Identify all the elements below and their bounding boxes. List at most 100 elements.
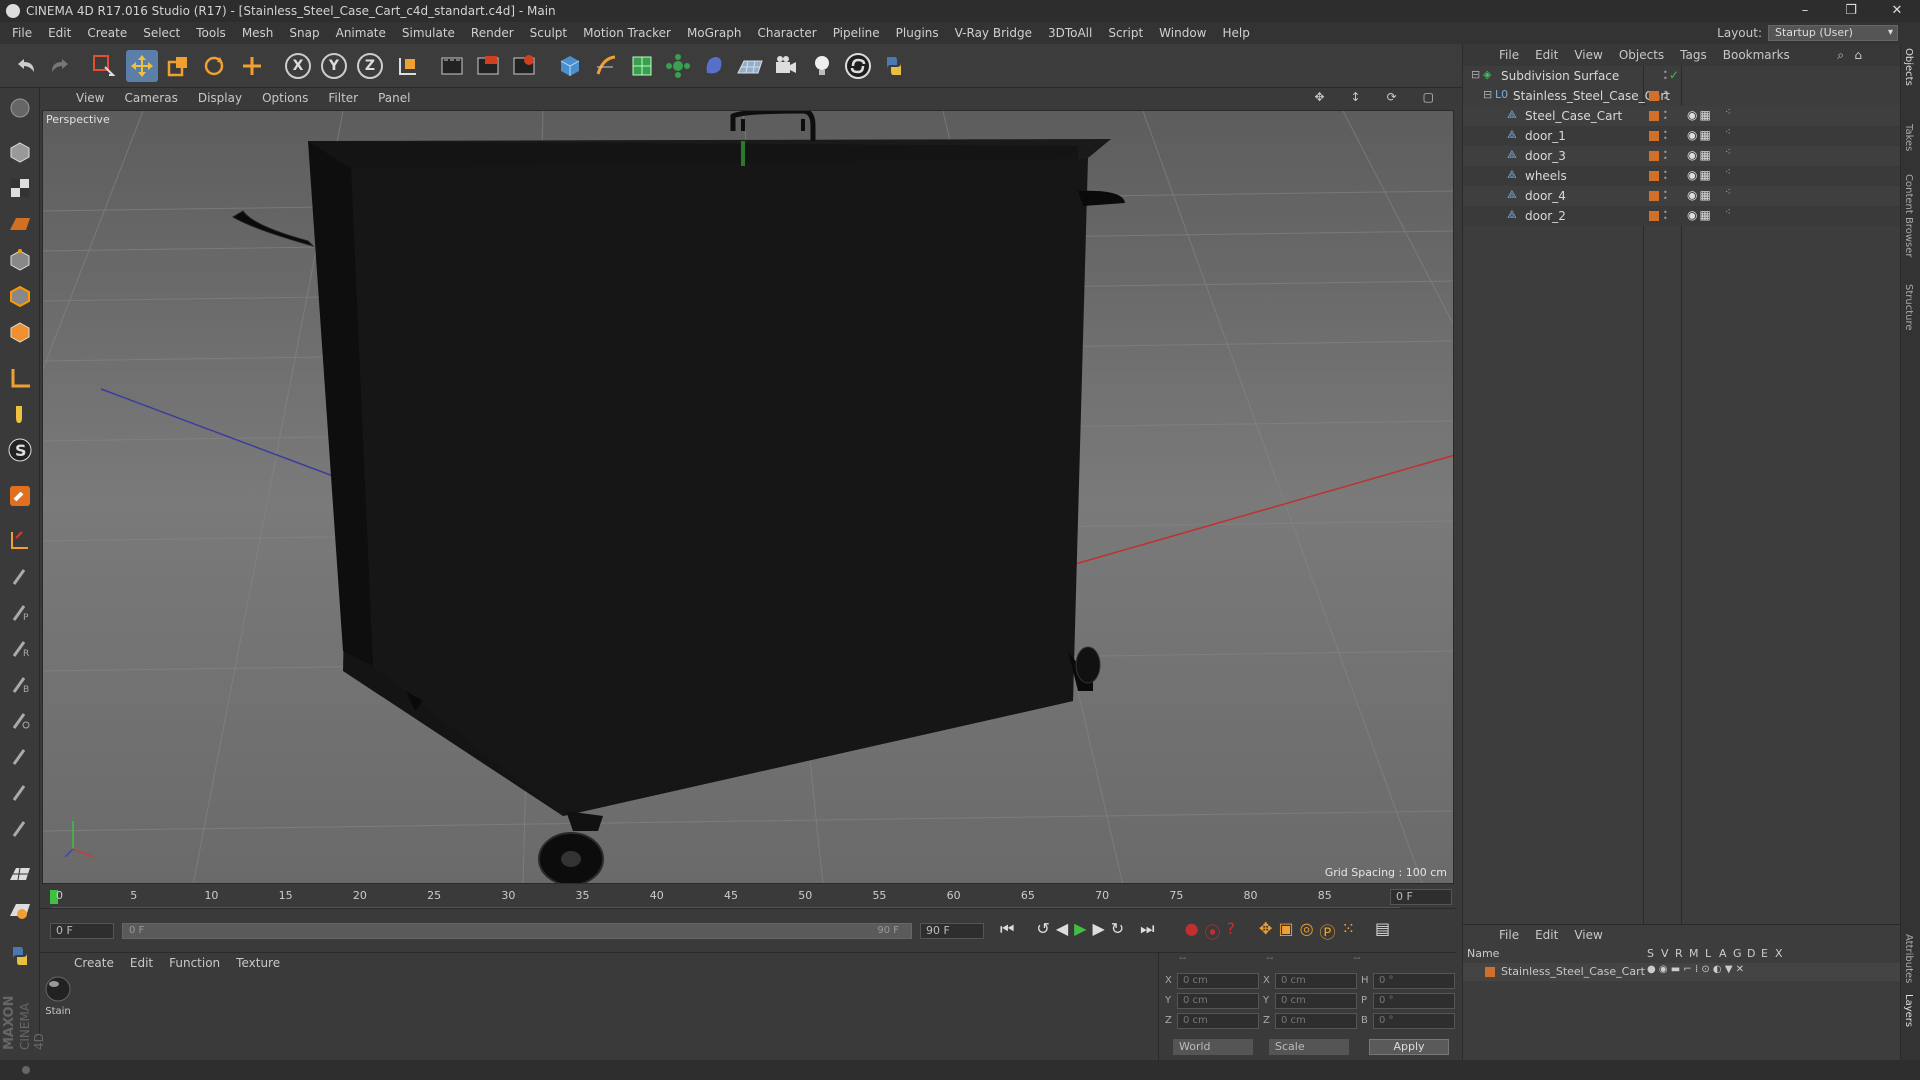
- position-key-icon[interactable]: ✥: [1259, 919, 1272, 943]
- layout-select[interactable]: Startup (User): [1768, 25, 1898, 41]
- perspective-viewport[interactable]: Perspective Grid Spacing : 100 cm: [42, 110, 1454, 884]
- object-menu-file[interactable]: File: [1491, 48, 1527, 62]
- menu-window[interactable]: Window: [1151, 26, 1214, 40]
- visibility-dots-icon[interactable]: • •: [1663, 89, 1668, 103]
- autokey-icon[interactable]: ⦿: [1205, 919, 1221, 943]
- points-mode-icon[interactable]: [4, 244, 36, 276]
- side-tab-layers[interactable]: Layers: [1903, 994, 1914, 1027]
- deformer-icon[interactable]: [698, 50, 730, 82]
- next-key-icon[interactable]: ↻: [1111, 919, 1124, 943]
- enabled-checkmark-icon[interactable]: ✓: [1669, 68, 1679, 82]
- object-row[interactable]: ⟁ wheels • • ◉▦ ⁖: [1463, 166, 1901, 186]
- polygon-pen-icon[interactable]: [4, 812, 36, 844]
- workplane-icon[interactable]: [4, 208, 36, 240]
- object-menu-objects[interactable]: Objects: [1611, 48, 1672, 62]
- coord-size-field[interactable]: 0 cm: [1275, 993, 1357, 1009]
- bevel-icon[interactable]: [4, 740, 36, 772]
- viewport-menu-cameras[interactable]: Cameras: [114, 91, 187, 105]
- previous-key-icon[interactable]: ↺: [1036, 919, 1049, 943]
- menu-3dtoall[interactable]: 3DToAll: [1040, 26, 1100, 40]
- rotate-icon[interactable]: [198, 50, 230, 82]
- menu-animate[interactable]: Animate: [328, 26, 394, 40]
- layer-menu-edit[interactable]: Edit: [1527, 928, 1566, 942]
- viewport-rotate-icon[interactable]: ⟳: [1377, 90, 1407, 104]
- side-tab-attributes[interactable]: Attributes: [1903, 934, 1914, 983]
- subdivision-icon[interactable]: [626, 50, 658, 82]
- make-editable-icon[interactable]: [4, 92, 36, 124]
- locked-workplane-icon[interactable]: [4, 524, 36, 556]
- axis-y-icon[interactable]: Y: [318, 50, 350, 82]
- knife-icon[interactable]: P: [4, 596, 36, 628]
- object-menu-edit[interactable]: Edit: [1527, 48, 1566, 62]
- object-row[interactable]: ⊟ ◈ Subdivision Surface ✓ • •: [1463, 66, 1901, 86]
- range-slider[interactable]: 0 F 90 F: [122, 923, 912, 939]
- render-view-icon[interactable]: [436, 50, 468, 82]
- side-tab-takes[interactable]: Takes: [1903, 124, 1914, 151]
- menu-snap[interactable]: Snap: [281, 26, 327, 40]
- timeline-window-icon[interactable]: ▤: [1375, 919, 1390, 943]
- layer-color-swatch[interactable]: [1649, 111, 1659, 121]
- viewport-menu-view[interactable]: View: [66, 91, 114, 105]
- axis-z-icon[interactable]: Z: [354, 50, 386, 82]
- menu-pipeline[interactable]: Pipeline: [825, 26, 888, 40]
- start-frame-field[interactable]: 0 F: [50, 923, 114, 939]
- visibility-dots-icon[interactable]: • •: [1663, 149, 1668, 163]
- menu-render[interactable]: Render: [463, 26, 522, 40]
- tweak-mode-icon[interactable]: [4, 398, 36, 430]
- menu-create[interactable]: Create: [79, 26, 135, 40]
- object-row[interactable]: ⟁ door_4 • • ◉▦ ⁖: [1463, 186, 1901, 206]
- parameter-key-icon[interactable]: Ⓟ: [1320, 919, 1336, 943]
- uvw-tag-icon[interactable]: ⁖: [1725, 167, 1731, 178]
- coord-position-field[interactable]: 0 cm: [1177, 993, 1259, 1009]
- coord-rotation-field[interactable]: 0 °: [1373, 973, 1455, 989]
- grid-snap-icon[interactable]: [4, 858, 36, 890]
- scale-mode-select[interactable]: Scale: [1269, 1039, 1349, 1055]
- viewport-menu-panel[interactable]: Panel: [368, 91, 420, 105]
- move-icon[interactable]: [126, 50, 158, 82]
- array-icon[interactable]: [662, 50, 694, 82]
- menu-mesh[interactable]: Mesh: [234, 26, 282, 40]
- menu-mograph[interactable]: MoGraph: [679, 26, 750, 40]
- visibility-dots-icon[interactable]: • •: [1663, 69, 1668, 83]
- material-tag-icon[interactable]: ◉▦: [1687, 208, 1713, 222]
- render-settings-icon[interactable]: [508, 50, 540, 82]
- visibility-dots-icon[interactable]: • •: [1663, 169, 1668, 183]
- minimize-button[interactable]: –: [1782, 0, 1828, 22]
- object-row[interactable]: ⟁ Steel_Case_Cart • • ◉▦ ⁖: [1463, 106, 1901, 126]
- object-menu-view[interactable]: View: [1566, 48, 1610, 62]
- render-region-icon[interactable]: [472, 50, 504, 82]
- uvw-tag-icon[interactable]: ⁖: [1725, 127, 1731, 138]
- edges-mode-icon[interactable]: [4, 280, 36, 312]
- visibility-dots-icon[interactable]: • •: [1663, 109, 1668, 123]
- live-select-icon[interactable]: [88, 50, 120, 82]
- extrude-icon[interactable]: B: [4, 668, 36, 700]
- scale-icon[interactable]: [162, 50, 194, 82]
- side-tab-objects[interactable]: Objects: [1903, 48, 1914, 86]
- go-to-end-icon[interactable]: ⏭: [1140, 919, 1154, 943]
- previous-frame-icon[interactable]: ◀: [1056, 919, 1068, 943]
- layer-color-swatch[interactable]: [1649, 171, 1659, 181]
- uvw-tag-icon[interactable]: ⁖: [1725, 207, 1731, 218]
- layer-flags-icon[interactable]: ● ◉ ▬ ⌐ ⁞ ⊙ ◐ ▼ ✕: [1647, 964, 1744, 975]
- snap-icon[interactable]: S: [4, 434, 36, 466]
- material-tag-icon[interactable]: ◉▦: [1687, 168, 1713, 182]
- keyframe-selection-icon[interactable]: ?: [1227, 919, 1236, 943]
- end-frame-field[interactable]: 90 F: [920, 923, 984, 939]
- uvw-tag-icon[interactable]: ⁖: [1725, 107, 1731, 118]
- menu-character[interactable]: Character: [749, 26, 824, 40]
- object-row[interactable]: ⟁ door_3 • • ◉▦ ⁖: [1463, 146, 1901, 166]
- object-row[interactable]: ⟁ door_1 • • ◉▦ ⁖: [1463, 126, 1901, 146]
- play-icon[interactable]: ▶: [1074, 919, 1086, 943]
- loop-cut-icon[interactable]: [4, 704, 36, 736]
- menu-plugins[interactable]: Plugins: [888, 26, 947, 40]
- viewport-menu-options[interactable]: Options: [252, 91, 318, 105]
- coord-position-field[interactable]: 0 cm: [1177, 1013, 1259, 1029]
- restore-button[interactable]: ❐: [1828, 0, 1874, 22]
- object-menu-bookmarks[interactable]: Bookmarks: [1715, 48, 1798, 62]
- object-menu-tags[interactable]: Tags: [1672, 48, 1715, 62]
- menu-help[interactable]: Help: [1214, 26, 1257, 40]
- menu-sculpt[interactable]: Sculpt: [522, 26, 575, 40]
- menu-motion-tracker[interactable]: Motion Tracker: [575, 26, 679, 40]
- coord-rotation-field[interactable]: 0 °: [1373, 993, 1455, 1009]
- go-to-start-icon[interactable]: ⏮: [1000, 919, 1014, 943]
